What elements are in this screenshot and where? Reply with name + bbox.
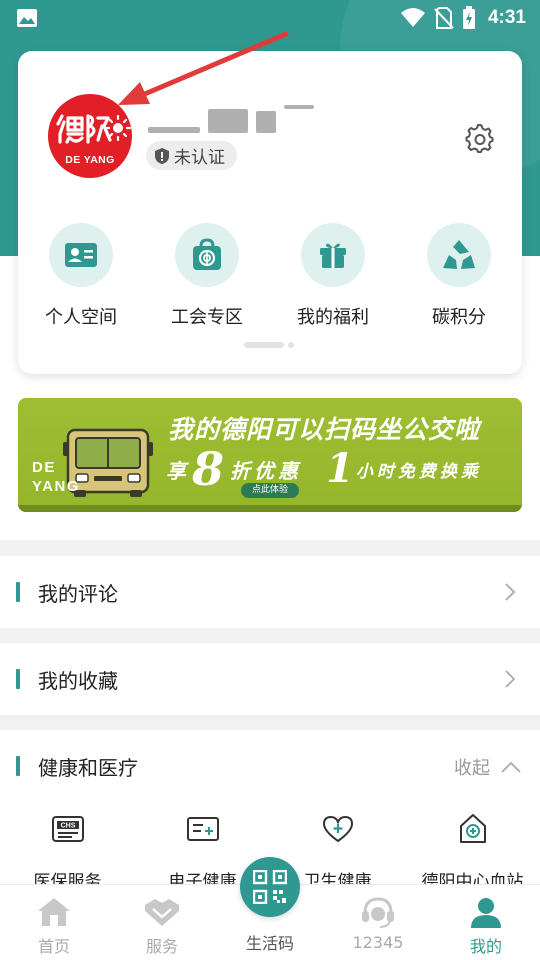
- quick-action-union[interactable]: 工会专区: [144, 223, 270, 329]
- page-indicator: [244, 342, 294, 348]
- quick-action-carbon-points[interactable]: 碳积分: [396, 223, 522, 329]
- quick-action-label: 碳积分: [432, 307, 486, 328]
- collapse-toggle[interactable]: 收起: [454, 754, 522, 780]
- tab-label: 12345: [352, 933, 404, 952]
- image-icon: [17, 9, 37, 27]
- badge-label: 未认证: [174, 148, 225, 168]
- quick-action-label: 我的福利: [297, 307, 369, 328]
- health-item-medical-insurance[interactable]: CHS 医保服务: [0, 802, 135, 892]
- settings-button[interactable]: [462, 121, 498, 157]
- banner-discount: 8: [192, 442, 225, 496]
- banner-title: 我的德阳可以扫码坐公交啦: [168, 415, 481, 444]
- gear-icon: [465, 124, 494, 153]
- banner-discount-suffix: 折优惠: [230, 458, 303, 483]
- tab-home[interactable]: 首页: [0, 885, 108, 960]
- health-card-icon: [186, 816, 219, 841]
- chevron-right-icon: [505, 583, 516, 601]
- blood-station-icon: [459, 813, 486, 843]
- battery-icon: [462, 6, 475, 29]
- wifi-icon: [400, 8, 425, 27]
- chs-icon: CHS: [51, 815, 84, 842]
- headset-icon: [362, 897, 394, 928]
- tab-label: 首页: [37, 937, 70, 956]
- id-card-icon: [65, 243, 97, 267]
- banner-cta-button[interactable]: 点此体验: [241, 483, 299, 498]
- banner-brand: DE YANG: [32, 458, 80, 496]
- quick-actions: 个人空间 工会专区 我的福利 碳积分: [18, 223, 522, 329]
- tab-hotline[interactable]: 12345: [324, 885, 432, 960]
- verification-badge[interactable]: 未认证: [146, 141, 237, 170]
- banner-hours: 1: [326, 445, 354, 492]
- union-bag-icon: [193, 238, 221, 270]
- person-icon: [471, 898, 501, 928]
- banner-brand-line1: DE: [32, 459, 56, 476]
- heart-plus-icon: [322, 815, 353, 842]
- tab-mine[interactable]: 我的: [432, 885, 540, 960]
- bus-promo-banner[interactable]: DE YANG 我的德阳可以扫码坐公交啦 享 8 折优惠 1 小时免费换乘 点此…: [18, 398, 522, 512]
- my-favorites-row[interactable]: 我的收藏: [0, 643, 540, 715]
- banner-hours-suffix: 小时免费换乘: [355, 461, 482, 482]
- quick-action-personal-space[interactable]: 个人空间: [18, 223, 144, 329]
- banner-brand-line2: YANG: [32, 478, 80, 495]
- section-accent: [16, 669, 20, 689]
- section-title: 健康和医疗: [38, 755, 138, 780]
- collapse-label: 收起: [454, 758, 490, 779]
- life-code-label: 生活码: [245, 934, 294, 953]
- profile-card: DE YANG 未认证 个人空间 工会专区 我的福利 碳积分: [18, 51, 522, 374]
- handshake-icon: [145, 899, 179, 926]
- recycle-icon: [443, 240, 475, 269]
- username-redacted: [148, 103, 314, 133]
- logo-caption: DE YANG: [65, 154, 115, 166]
- banner-offer: 享 8 折优惠 1 小时免费换乘: [166, 444, 482, 494]
- quick-action-label: 工会专区: [171, 307, 243, 328]
- no-sim-icon: [434, 7, 454, 29]
- section-title: 我的评论: [38, 581, 118, 606]
- section-title: 我的收藏: [38, 668, 118, 693]
- section-accent: [16, 756, 20, 776]
- chevron-up-icon: [501, 761, 521, 773]
- health-item-blood-station[interactable]: 德阳中心血站: [405, 802, 540, 892]
- tab-label: 服务: [145, 937, 178, 956]
- tab-label: 我的: [469, 937, 502, 956]
- status-bar: 4:31: [0, 0, 540, 36]
- chevron-right-icon: [505, 670, 516, 688]
- quick-action-welfare[interactable]: 我的福利: [270, 223, 396, 329]
- home-icon: [38, 898, 70, 926]
- chs-icon-text: CHS: [60, 822, 75, 829]
- section-accent: [16, 582, 20, 602]
- health-section-header: 健康和医疗 收起: [0, 730, 540, 802]
- my-comments-row[interactable]: 我的评论: [0, 556, 540, 628]
- deyang-logo[interactable]: DE YANG: [48, 94, 132, 178]
- gift-icon: [320, 243, 346, 268]
- shield-icon: [155, 147, 169, 164]
- qr-code-icon: [253, 870, 287, 904]
- quick-action-label: 个人空间: [45, 307, 117, 328]
- tab-services[interactable]: 服务: [108, 885, 216, 960]
- clock-text: 4:31: [487, 7, 526, 28]
- life-code-button[interactable]: [240, 857, 300, 917]
- banner-prefix: 享: [166, 458, 186, 483]
